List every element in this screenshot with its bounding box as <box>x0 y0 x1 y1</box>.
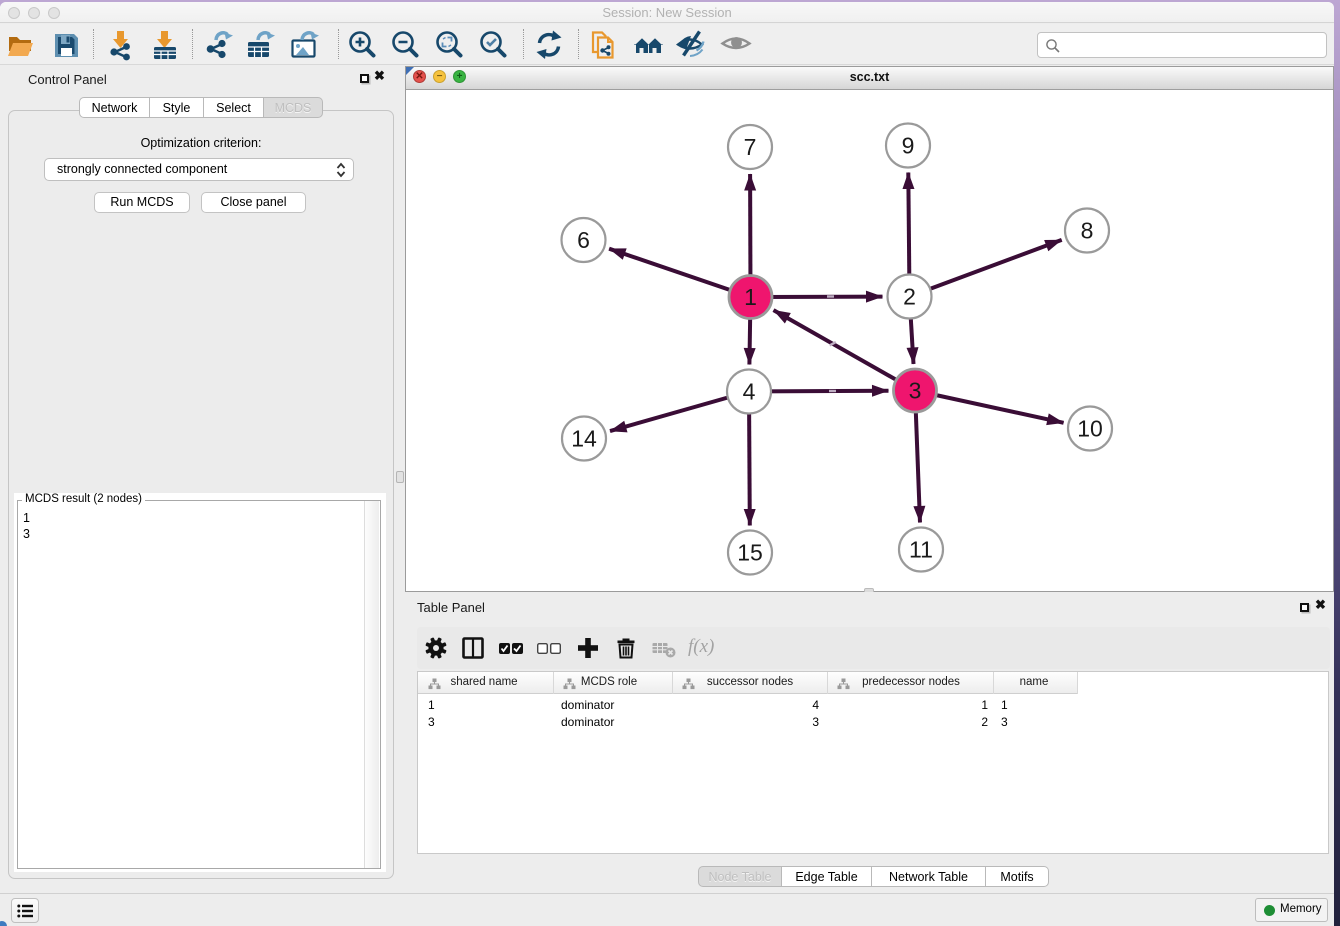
svg-text:6: 6 <box>577 227 590 253</box>
svg-text:7: 7 <box>744 134 757 160</box>
svg-text:15: 15 <box>737 540 763 566</box>
svg-text:11: 11 <box>909 537 933 563</box>
svg-text:3: 3 <box>909 378 922 404</box>
svg-text:9: 9 <box>902 133 915 159</box>
svg-text:10: 10 <box>1077 416 1103 442</box>
svg-text:8: 8 <box>1081 218 1094 244</box>
svg-text:2: 2 <box>903 284 916 310</box>
svg-text:1: 1 <box>744 284 757 310</box>
svg-text:14: 14 <box>571 426 597 452</box>
svg-text:4: 4 <box>743 379 756 405</box>
